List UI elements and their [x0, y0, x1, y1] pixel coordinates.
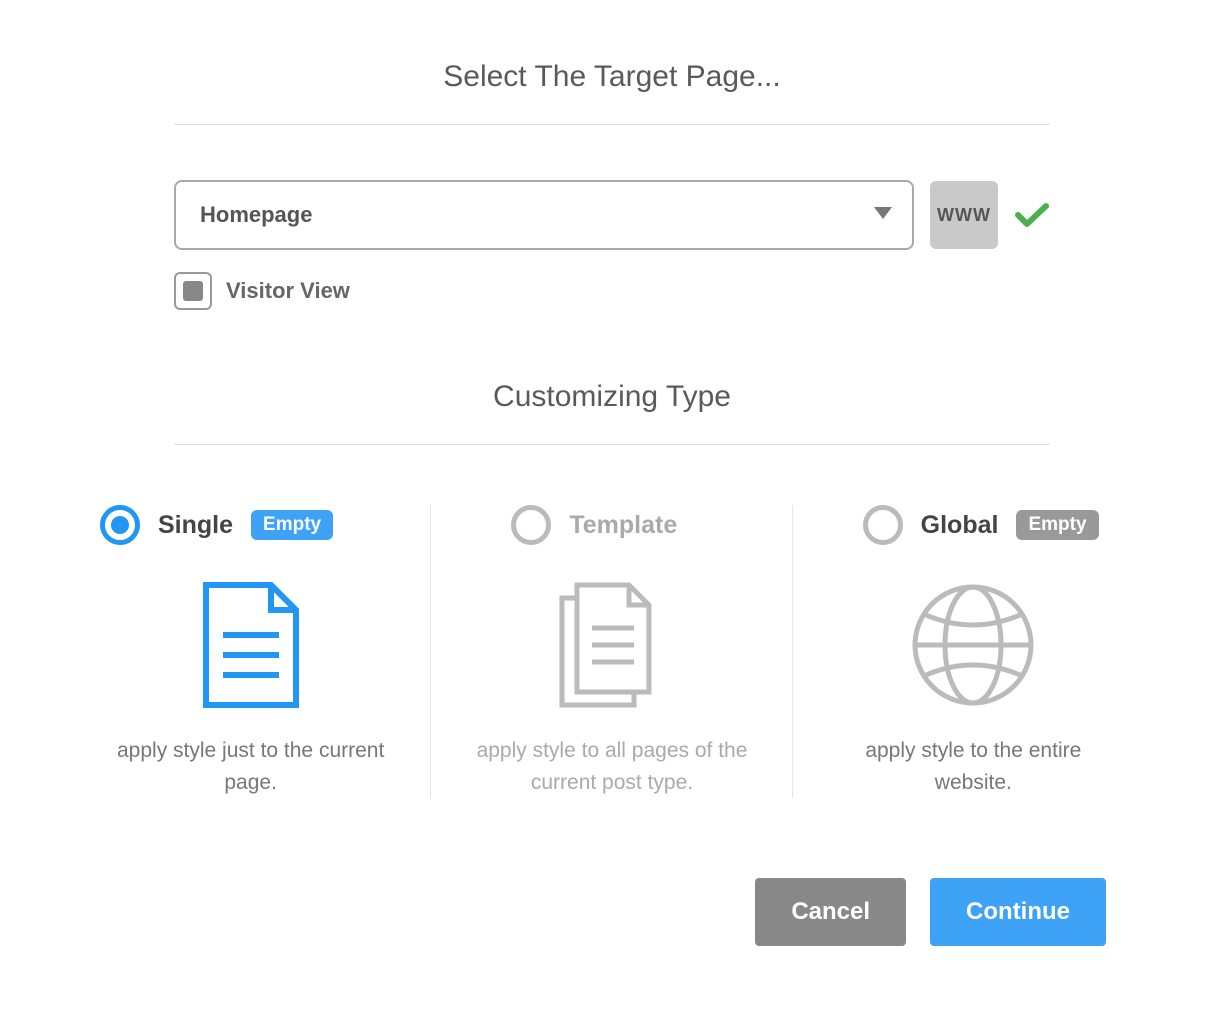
option-desc-single: apply style just to the current page.: [90, 735, 411, 798]
divider: [174, 444, 1050, 445]
continue-button[interactable]: Continue: [930, 878, 1106, 946]
option-head: Global Empty: [813, 505, 1134, 545]
target-select-value: Homepage: [200, 202, 312, 228]
radio-dot-icon: [111, 516, 129, 534]
badge-single: Empty: [251, 510, 333, 540]
target-select-wrap: Homepage: [174, 180, 914, 250]
pages-icon: [451, 580, 772, 710]
option-label-global: Global: [921, 511, 999, 540]
target-row: Homepage WWW: [174, 180, 1050, 250]
globe-icon: [813, 580, 1134, 710]
option-head: Template: [451, 505, 772, 545]
radio-single[interactable]: [100, 505, 140, 545]
option-label-single: Single: [158, 511, 233, 540]
option-label-template: Template: [569, 511, 677, 540]
www-button[interactable]: WWW: [930, 181, 998, 249]
target-select[interactable]: Homepage: [174, 180, 914, 250]
radio-global[interactable]: [863, 505, 903, 545]
option-desc-template: apply style to all pages of the current …: [451, 735, 772, 798]
visitor-label: Visitor View: [226, 278, 350, 304]
check-icon: [1014, 197, 1050, 233]
option-template[interactable]: Template apply style to all pages of the…: [431, 505, 792, 798]
www-button-label: WWW: [937, 205, 991, 226]
option-single[interactable]: Single Empty apply style just to the cur…: [70, 505, 431, 798]
checkbox-checked-icon: [183, 281, 203, 301]
visitor-row: Visitor View: [174, 272, 1050, 310]
footer: Cancel Continue: [70, 878, 1154, 946]
section-title-target: Select The Target Page...: [70, 60, 1154, 94]
divider: [174, 124, 1050, 125]
visitor-checkbox[interactable]: [174, 272, 212, 310]
section-title-type: Customizing Type: [70, 380, 1154, 414]
options-row: Single Empty apply style just to the cur…: [70, 505, 1154, 798]
option-desc-global: apply style to the entire website.: [813, 735, 1134, 798]
option-head: Single Empty: [90, 505, 411, 545]
cancel-button[interactable]: Cancel: [755, 878, 906, 946]
badge-global: Empty: [1016, 510, 1098, 540]
dialog: Select The Target Page... Homepage WWW V…: [70, 60, 1154, 946]
option-global[interactable]: Global Empty apply style to the entire w…: [793, 505, 1154, 798]
page-icon: [90, 580, 411, 710]
radio-template[interactable]: [511, 505, 551, 545]
